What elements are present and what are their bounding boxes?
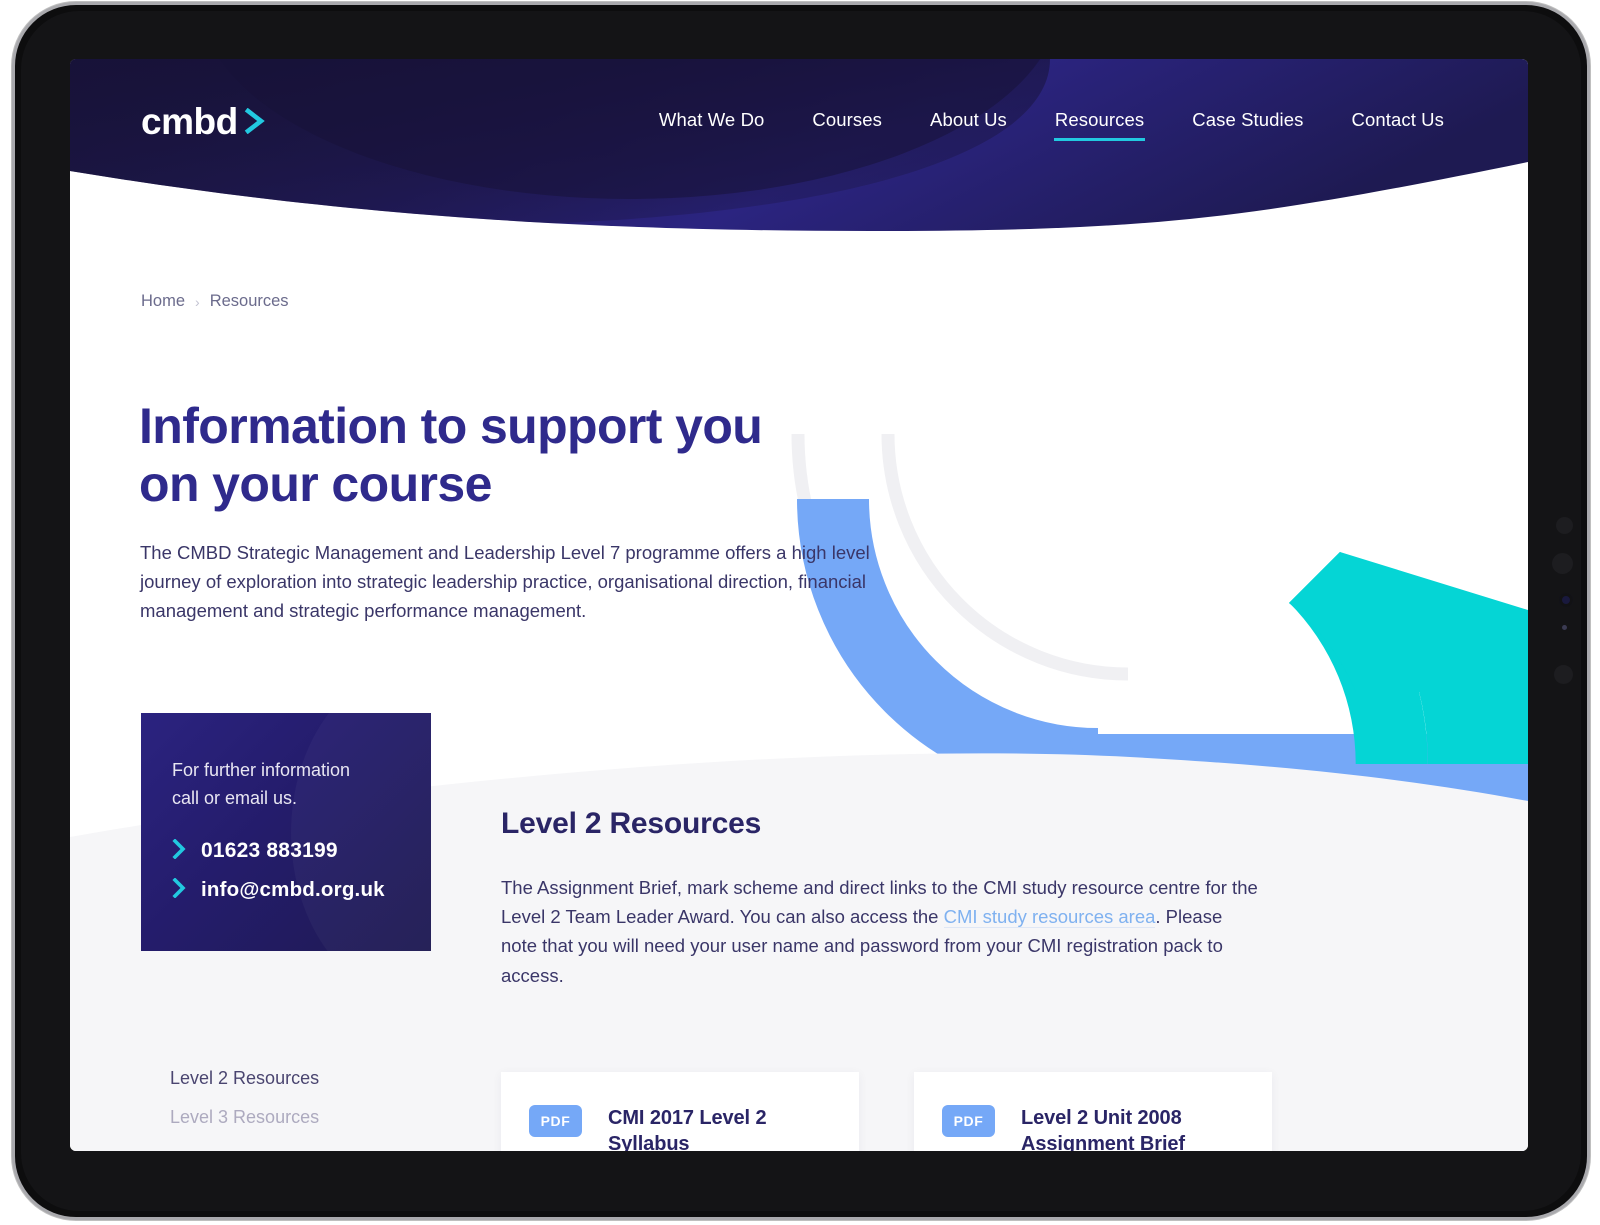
chevron-right-icon (172, 877, 187, 903)
section-title: Level 2 Resources (501, 807, 762, 840)
resource-card-title-line2: Assignment Brief (1021, 1133, 1185, 1151)
logo[interactable]: cmbd (141, 103, 266, 140)
resource-card-title: Level 2 Unit 2008 Assignment Brief (1021, 1105, 1185, 1151)
logo-text: cmbd (141, 101, 238, 142)
nav-item-case-studies[interactable]: Case Studies (1168, 103, 1327, 141)
section-description: The Assignment Brief, mark scheme and di… (501, 873, 1259, 990)
chevron-right-icon (172, 838, 187, 864)
microphone-icon (1554, 665, 1573, 684)
page-title-line1: Information to support you (139, 398, 763, 454)
resource-card-title-line1: CMI 2017 Level 2 (608, 1107, 767, 1129)
sidebar-item-level-3-resources[interactable]: Level 3 Resources (170, 1098, 470, 1137)
nav-item-about-us[interactable]: About Us (906, 103, 1031, 141)
pdf-badge-icon: PDF (942, 1105, 995, 1137)
hero-description: The CMBD Strategic Management and Leader… (140, 542, 870, 622)
contact-phone-link[interactable]: 01623 883199 (172, 838, 431, 864)
breadcrumb: Home › Resources (141, 292, 289, 311)
resources-side-navigation: Level 2 Resources Level 3 Resources (170, 1059, 470, 1137)
site-header: cmbd What We Do Courses About Us Resourc… (70, 59, 1528, 244)
nav-item-courses[interactable]: Courses (788, 103, 906, 141)
nav-item-resources[interactable]: Resources (1031, 103, 1168, 141)
camera-sensor-icon (1556, 517, 1573, 534)
cmi-study-resources-link[interactable]: CMI study resources area (943, 906, 1156, 929)
contact-phone-value: 01623 883199 (201, 839, 338, 863)
nav-item-what-we-do[interactable]: What We Do (635, 103, 789, 141)
contact-card: For further information call or email us… (141, 713, 431, 951)
page-title: Information to support you on your cours… (139, 397, 763, 513)
resource-card-title-line1: Level 2 Unit 2008 (1021, 1107, 1182, 1129)
chevron-right-icon (244, 108, 266, 134)
resource-card-cmi-2017-level-2-syllabus[interactable]: PDF CMI 2017 Level 2 Syllabus (501, 1072, 859, 1151)
breadcrumb-current[interactable]: Resources (210, 292, 289, 311)
page-title-line2: on your course (139, 456, 492, 512)
pdf-badge-icon: PDF (529, 1105, 582, 1137)
nav-item-contact-us[interactable]: Contact Us (1327, 103, 1468, 141)
front-camera-icon (1559, 593, 1573, 607)
breadcrumb-separator-icon: › (195, 293, 200, 310)
resource-card-title-line2: Syllabus (608, 1133, 690, 1151)
card-decorative-swoosh (291, 713, 431, 951)
sidebar-item-level-2-resources[interactable]: Level 2 Resources (170, 1059, 470, 1098)
main-navigation: What We Do Courses About Us Resources Ca… (635, 103, 1468, 141)
ambient-sensor-icon (1562, 625, 1567, 630)
contact-email-link[interactable]: info@cmbd.org.uk (172, 877, 431, 903)
browser-viewport: cmbd What We Do Courses About Us Resourc… (70, 59, 1528, 1151)
tablet-device-frame: cmbd What We Do Courses About Us Resourc… (12, 2, 1590, 1220)
camera-lens-icon (1552, 553, 1573, 574)
header-bar: cmbd What We Do Courses About Us Resourc… (70, 59, 1528, 184)
resource-card-grid: PDF CMI 2017 Level 2 Syllabus PDF Level … (501, 1072, 1272, 1151)
resource-card-title: CMI 2017 Level 2 Syllabus (608, 1105, 767, 1151)
resources-content: Level 2 Resources The Assignment Brief, … (501, 807, 1301, 990)
contact-email-value: info@cmbd.org.uk (201, 878, 385, 902)
breadcrumb-home[interactable]: Home (141, 292, 185, 311)
contact-card-lead: For further information call or email us… (172, 760, 351, 808)
resource-card-level-2-unit-2008-assignment-brief[interactable]: PDF Level 2 Unit 2008 Assignment Brief (914, 1072, 1272, 1151)
